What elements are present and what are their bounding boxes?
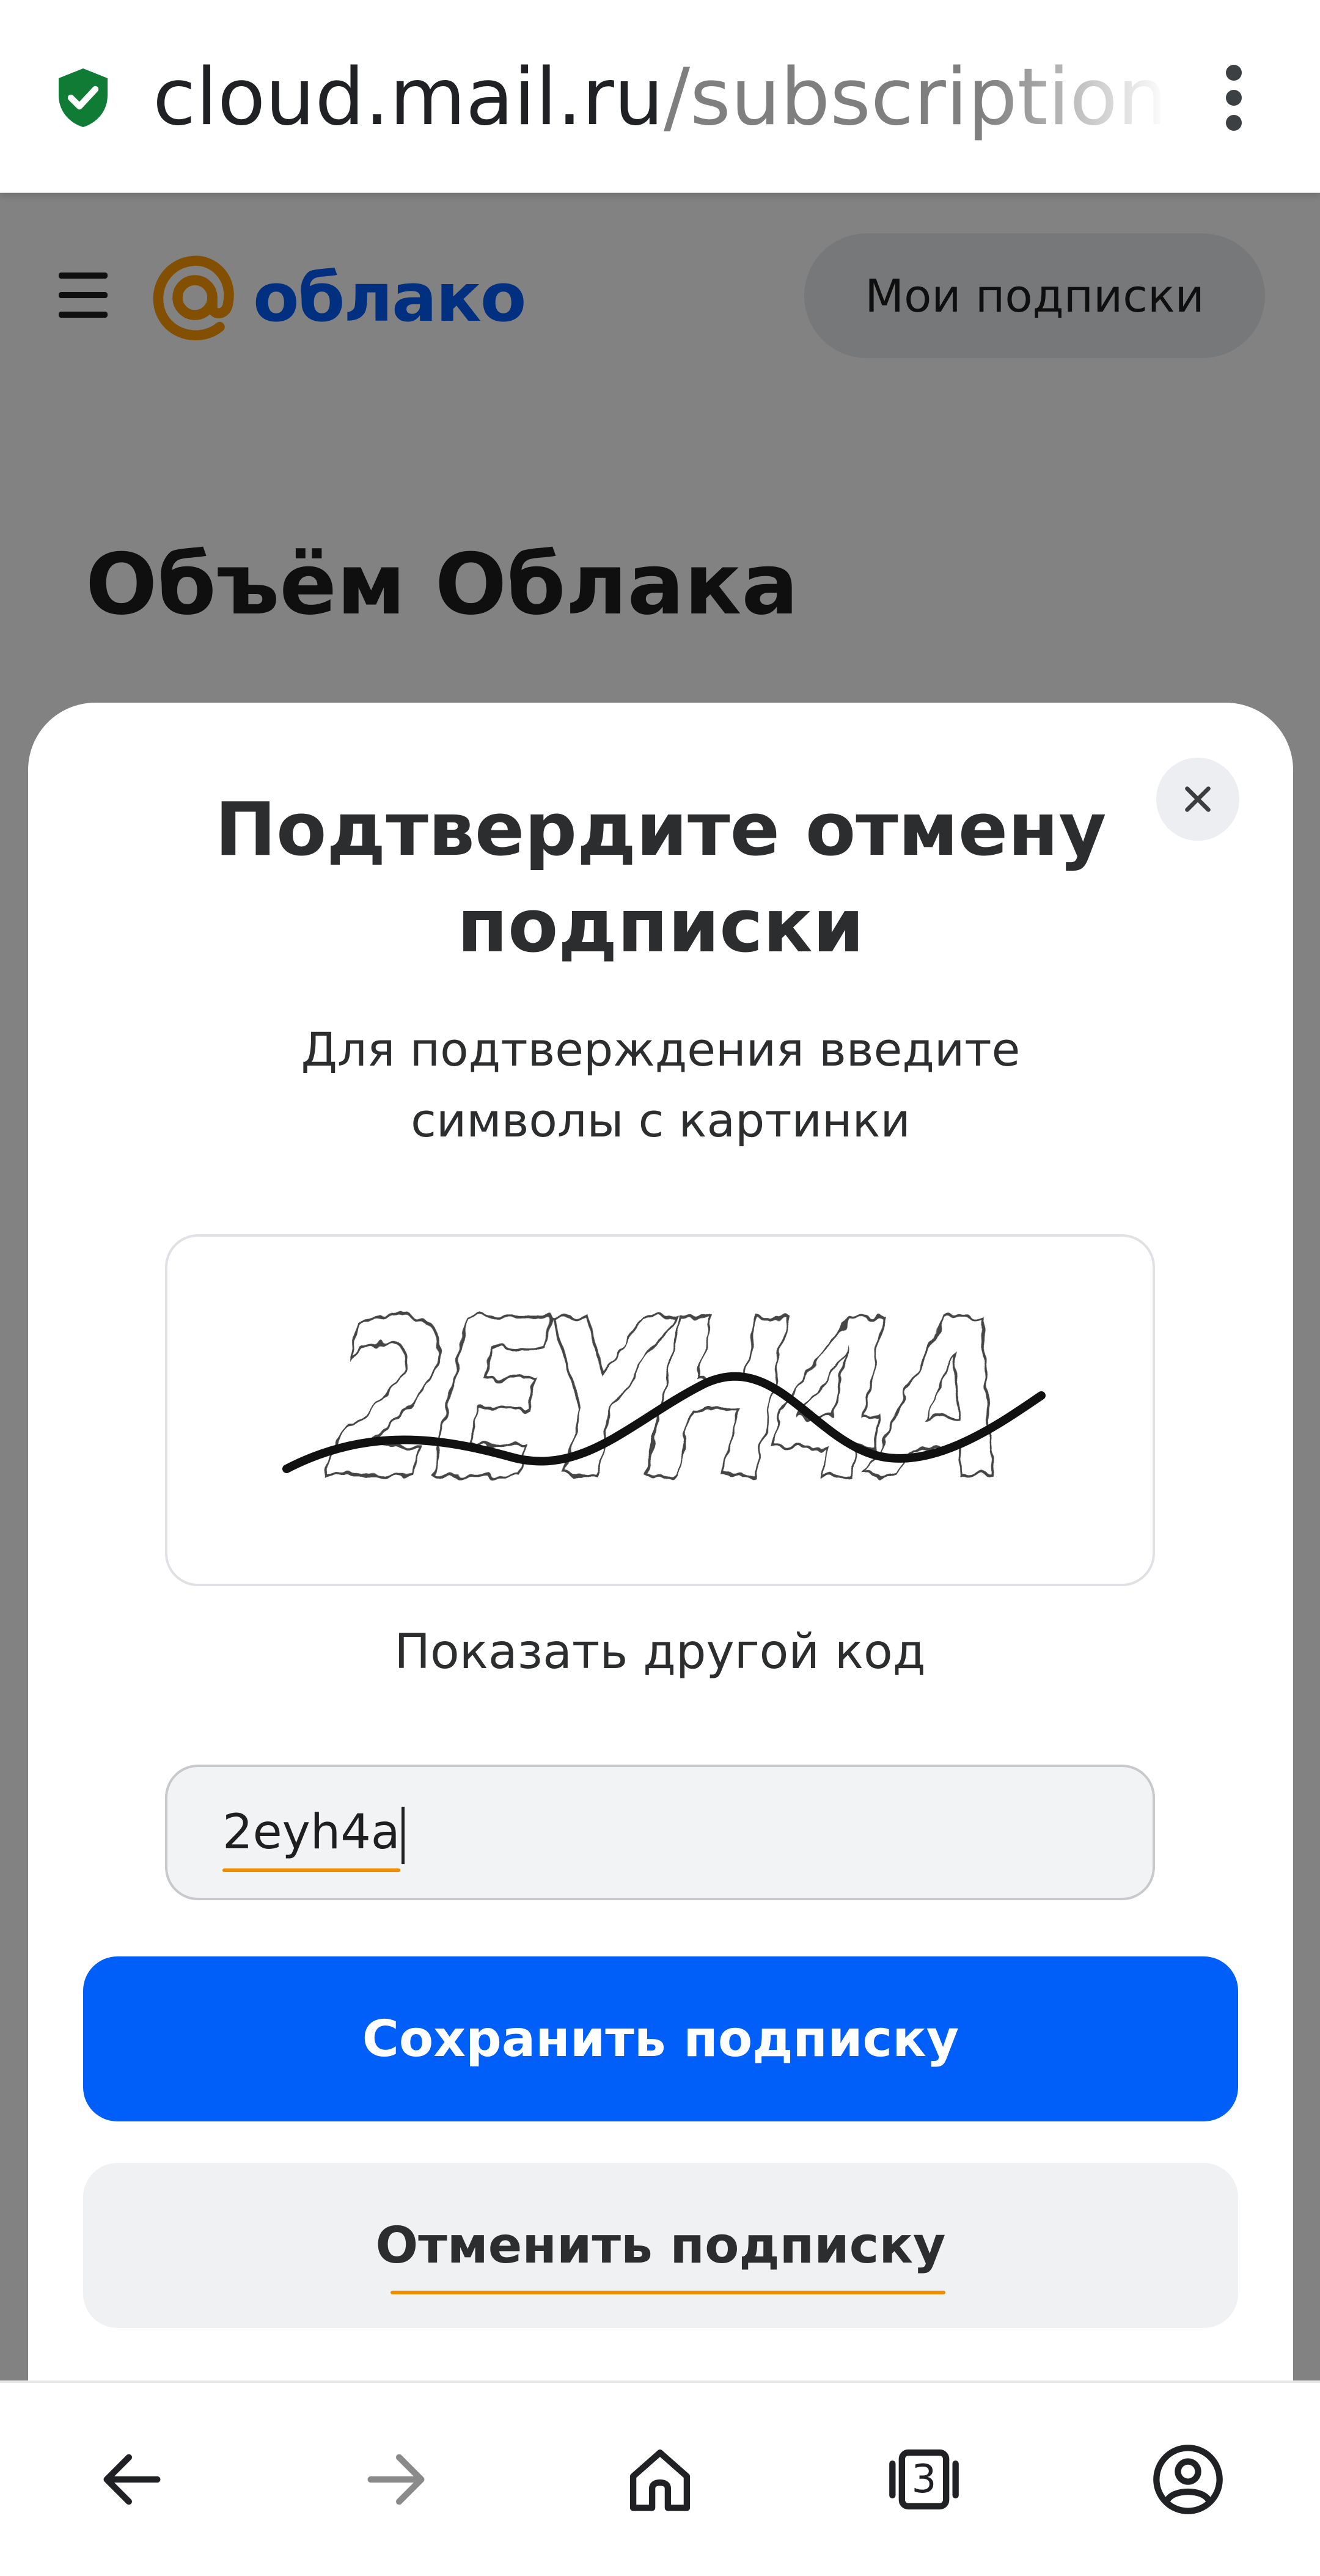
captcha-image: 2EYH4A — [165, 1234, 1155, 1586]
back-button[interactable] — [0, 2383, 264, 2576]
shield-check-icon[interactable] — [54, 66, 112, 130]
arrow-right-icon — [367, 2454, 425, 2505]
text-caret — [401, 1806, 405, 1864]
save-subscription-button[interactable]: Сохранить подписку — [83, 1956, 1238, 2121]
browser-url-bar: cloud.mail.ru/subscriptions — [0, 0, 1320, 193]
captcha-input-value: 2eyh4a — [222, 1767, 400, 1898]
forward-button[interactable] — [264, 2383, 528, 2576]
close-icon — [1185, 786, 1211, 812]
kebab-menu-icon[interactable] — [1210, 61, 1261, 134]
cancel-subscription-button[interactable]: Отменить подписку — [83, 2163, 1238, 2328]
cancel-subscription-modal: Подтвердите отмену подписки Для подтверж… — [28, 703, 1293, 2413]
tabs-button[interactable]: 3 — [792, 2383, 1056, 2576]
url-host: cloud.mail.ru — [153, 52, 664, 143]
arrow-left-icon — [103, 2454, 161, 2505]
cancel-subscription-label: Отменить подписку — [376, 2164, 945, 2329]
modal-title: Подтвердите отмену подписки — [215, 788, 1107, 969]
tab-count: 3 — [911, 2457, 937, 2502]
url-path: /subscriptions — [664, 52, 1167, 143]
captcha-picture: 2EYH4A — [282, 1272, 1046, 1528]
address-field[interactable]: cloud.mail.ru/subscriptions — [153, 49, 1167, 147]
home-icon — [629, 2449, 691, 2511]
modal-subtitle: Для подтверждения введите символы с карт… — [301, 1022, 1021, 1147]
home-button[interactable] — [528, 2383, 792, 2576]
account-button[interactable] — [1056, 2383, 1320, 2576]
browser-bottom-nav: 3 — [0, 2380, 1320, 2574]
captcha-code-input[interactable]: 2eyh4a — [165, 1765, 1155, 1900]
account-icon — [1153, 2445, 1223, 2514]
show-other-code-link[interactable]: Показать другой код — [165, 1615, 1155, 1689]
